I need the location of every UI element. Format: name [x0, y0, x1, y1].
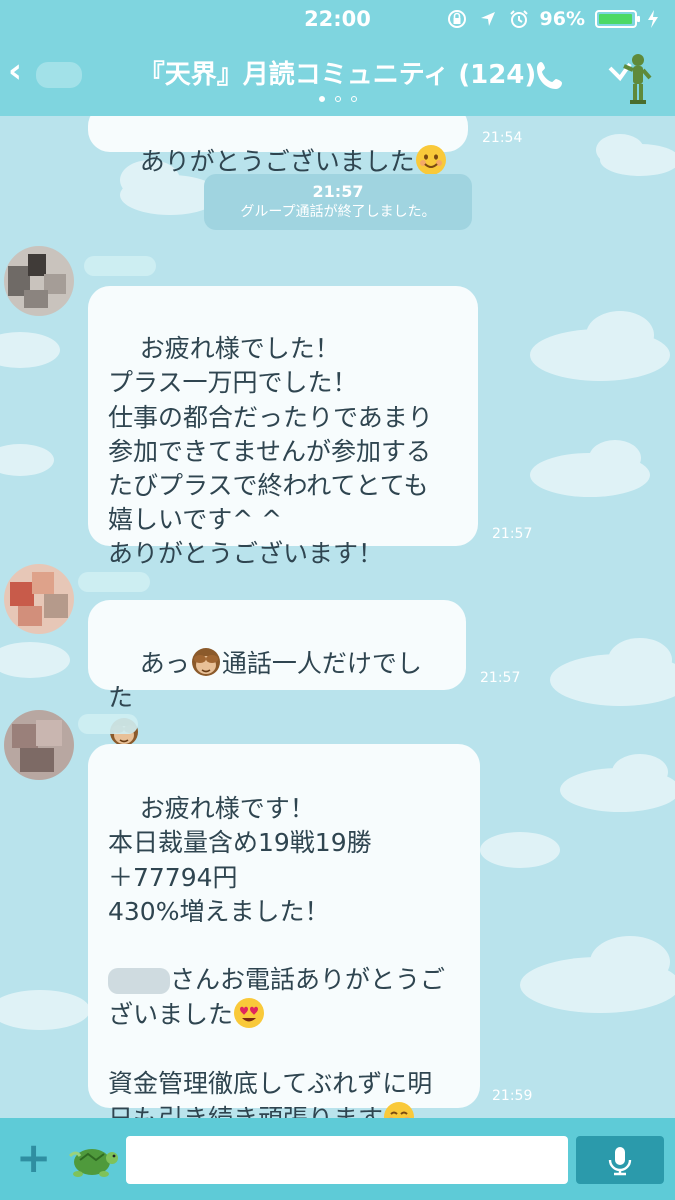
rotation-lock-icon [447, 10, 466, 28]
avatar[interactable] [4, 710, 74, 780]
location-arrow-icon [480, 12, 495, 26]
page-dot [318, 96, 325, 102]
sender-name-blurred [78, 572, 150, 592]
battery-icon [595, 10, 640, 28]
turtle-sticker-icon [68, 1149, 118, 1177]
heart-eyes-emoji [234, 998, 265, 1029]
microphone-icon [608, 1147, 632, 1176]
menu-button[interactable] [600, 46, 656, 106]
call-button[interactable] [530, 56, 570, 96]
message-text: お疲れ様です！ 本日裁量含め19戦19勝 ＋77794円 430%増えました！ [108, 794, 372, 926]
voice-message-button[interactable] [576, 1136, 664, 1184]
add-attachment-button[interactable]: + [16, 1137, 51, 1179]
system-notice-time: 21:57 [312, 182, 364, 201]
avatar[interactable] [4, 564, 74, 634]
avatar-blurred-image [4, 710, 74, 780]
battery-level [599, 14, 632, 24]
page-dot [350, 96, 357, 102]
nav-bar: ‹ 『天界』月読コミュニティ (124) [0, 40, 675, 116]
system-notice: 21:57 グループ通話が終了しました。 [204, 174, 472, 230]
input-bar: + [0, 1118, 675, 1200]
message-text: ありがとうございました [139, 147, 415, 177]
smiling-face-emoji [415, 145, 446, 176]
system-notice-text: グループ通話が終了しました。 [240, 204, 436, 220]
see-no-evil-monkey-emoji [191, 648, 220, 677]
avatar-blurred-image [4, 564, 74, 634]
message-bubble[interactable]: お疲れ様です！ 本日裁量含め19戦19勝 ＋77794円 430%増えました！ … [88, 744, 480, 1133]
message-text: お疲れ様でした！ プラス一万円でした！ 仕事の都合だったりであまり 参加できてま… [108, 334, 433, 569]
charging-bolt-icon [648, 10, 658, 28]
page-dot [334, 96, 341, 102]
name-mention-blurred [108, 968, 170, 995]
message-time: 21:59 [492, 1088, 533, 1104]
status-bar: 22:00 96% [0, 0, 675, 40]
sender-name-blurred [84, 256, 156, 276]
plus-icon: + [16, 1133, 52, 1182]
chat-screen: 22:00 96% ‹ 『天界』月読コミュニティ (124) ありがとうございま… [0, 0, 675, 1200]
message-text: あっ [139, 649, 190, 679]
chat-title[interactable]: 『天界』月読コミュニティ (124) [0, 54, 675, 91]
sender-name-blurred [78, 714, 138, 734]
message-bubble[interactable]: お疲れ様でした！ プラス一万円でした！ 仕事の都合だったりであまり 参加できてま… [88, 286, 478, 568]
alarm-clock-icon [509, 10, 528, 28]
avatar[interactable] [4, 246, 74, 316]
message-input[interactable] [126, 1136, 568, 1184]
avatar-blurred-image [4, 246, 74, 316]
status-icons: 96% [446, 8, 659, 30]
sticker-button[interactable] [66, 1136, 120, 1182]
chat-header: 22:00 96% ‹ 『天界』月読コミュニティ (124) [0, 0, 675, 116]
toy-figure-icon [608, 54, 652, 104]
battery-percent: 96% [539, 8, 585, 30]
page-indicator [0, 96, 675, 102]
message-bubble[interactable]: あっ 通話一人だけでした [88, 600, 466, 746]
message-time: 21:57 [492, 526, 533, 542]
message-time: 21:57 [480, 670, 521, 686]
phone-icon [537, 62, 562, 89]
message-time: 21:54 [482, 130, 523, 146]
